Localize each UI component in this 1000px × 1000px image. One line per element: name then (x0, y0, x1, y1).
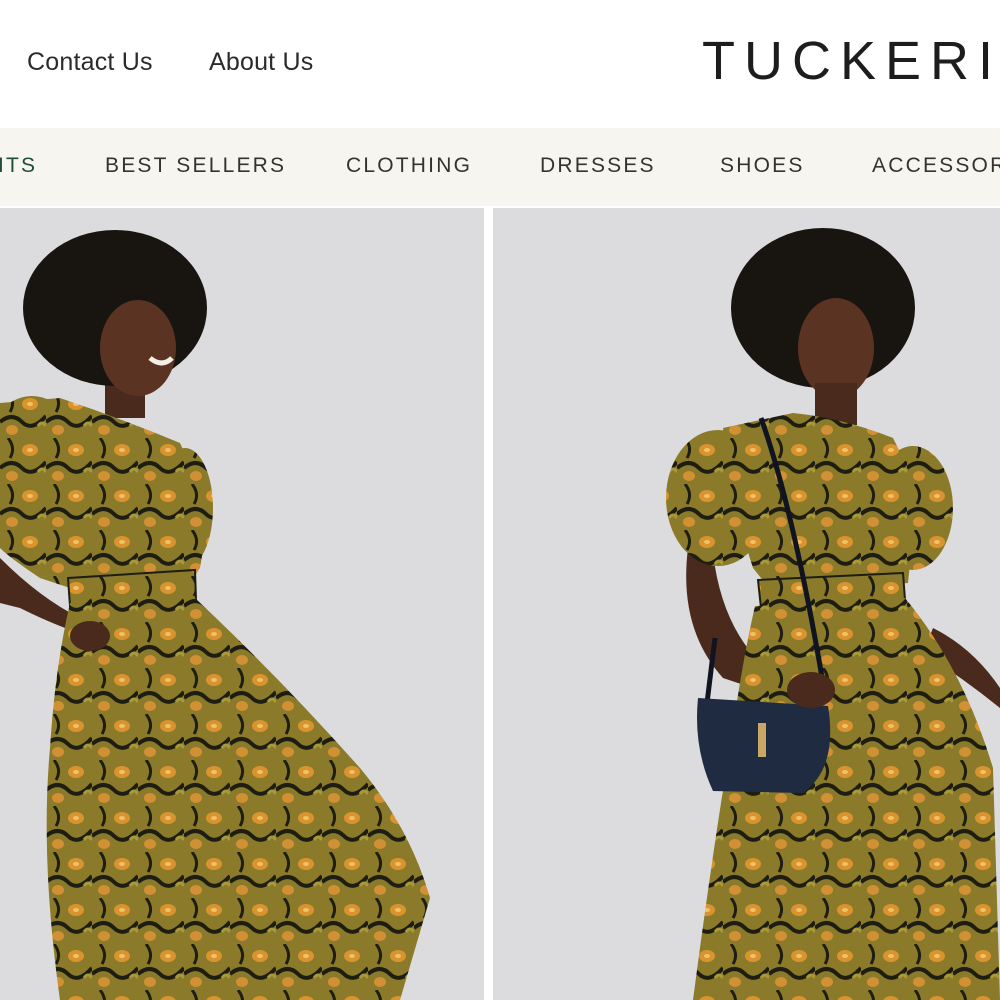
product-image-right[interactable] (493, 208, 1000, 1000)
top-utility-bar: Contact Us About Us TUCKERI (0, 0, 1000, 128)
model-illustration-right (666, 228, 1000, 1000)
brand-logo[interactable]: TUCKERI (702, 30, 1000, 92)
image-divider (484, 208, 493, 1000)
contact-us-link[interactable]: Contact Us (27, 48, 153, 77)
nav-item-partial[interactable]: ITS (0, 154, 37, 178)
category-nav: ITS BEST SELLERS CLOTHING DRESSES SHOES … (0, 128, 1000, 206)
about-us-link[interactable]: About Us (209, 48, 313, 77)
nav-item-best-sellers[interactable]: BEST SELLERS (105, 154, 286, 178)
nav-item-dresses[interactable]: DRESSES (540, 154, 656, 178)
product-image-left[interactable] (0, 208, 484, 1000)
nav-item-clothing[interactable]: CLOTHING (346, 154, 472, 178)
nav-item-shoes[interactable]: SHOES (720, 154, 805, 178)
nav-item-accessories[interactable]: ACCESSOR (872, 154, 1000, 178)
model-illustration-left (0, 230, 431, 1000)
